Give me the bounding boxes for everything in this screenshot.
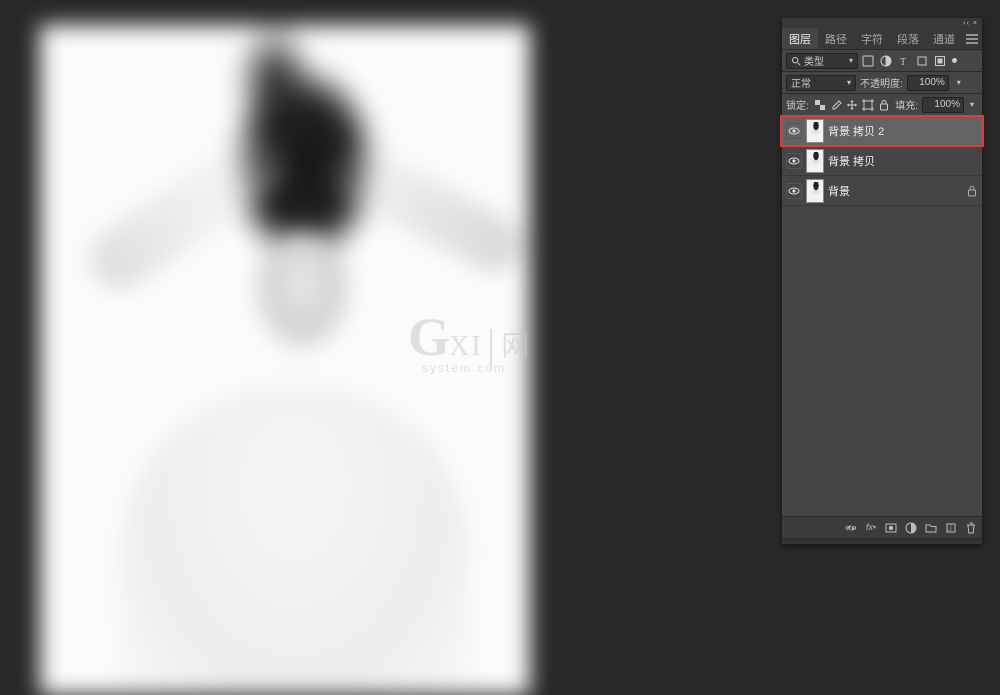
- layer-list: 背景 拷贝 2 背景 拷贝 背景: [782, 116, 982, 516]
- visibility-toggle[interactable]: [786, 183, 802, 199]
- layer-mask-button[interactable]: [884, 520, 898, 536]
- opacity-slider-toggle[interactable]: ▾: [953, 75, 965, 91]
- delete-layer-button[interactable]: [964, 520, 978, 536]
- new-group-button[interactable]: [924, 520, 938, 536]
- adjustment-filter-icon[interactable]: [878, 53, 894, 69]
- panel-collapse-close-icons[interactable]: ‹‹ ×: [963, 20, 978, 27]
- tab-label: 图层: [789, 31, 811, 47]
- panel-menu-button[interactable]: [962, 28, 982, 49]
- layers-panel: ‹‹ × 图层 路径 字符 段落 通道 类型 ▾ T 正常 ▾ 不透明度:: [782, 18, 982, 544]
- tab-label: 字符: [861, 31, 883, 47]
- lock-fill-row: 锁定: 填充: 100% ▾: [782, 94, 982, 116]
- opacity-input[interactable]: 100%: [907, 75, 949, 91]
- eye-icon: [788, 155, 800, 167]
- document-image: [40, 25, 530, 695]
- lock-all-icon[interactable]: [877, 97, 891, 113]
- layer-thumbnail[interactable]: [806, 179, 824, 203]
- smartobj-filter-icon[interactable]: [932, 53, 948, 69]
- link-layers-button[interactable]: [844, 520, 858, 536]
- chevron-down-icon: ▾: [847, 78, 851, 87]
- fill-label: 填充:: [895, 97, 918, 112]
- chevron-down-icon: ▾: [849, 56, 853, 65]
- panel-titlebar[interactable]: ‹‹ ×: [782, 18, 982, 28]
- layer-row[interactable]: 背景: [782, 176, 982, 206]
- opacity-value: 100%: [919, 77, 945, 88]
- new-layer-button[interactable]: [944, 520, 958, 536]
- visibility-toggle[interactable]: [786, 123, 802, 139]
- lock-icon: [966, 185, 978, 197]
- tab-paragraph[interactable]: 段落: [890, 28, 926, 49]
- tab-label: 段落: [897, 31, 919, 47]
- layer-thumbnail[interactable]: [806, 119, 824, 143]
- blend-mode-select[interactable]: 正常 ▾: [786, 75, 856, 91]
- search-icon: [791, 56, 801, 66]
- panel-tabs: 图层 路径 字符 段落 通道: [782, 28, 982, 50]
- svg-text:T: T: [900, 57, 906, 67]
- eye-icon: [788, 125, 800, 137]
- fill-slider-toggle[interactable]: ▾: [966, 97, 978, 113]
- tab-character[interactable]: 字符: [854, 28, 890, 49]
- lock-artboard-icon[interactable]: [861, 97, 875, 113]
- eye-icon: [788, 185, 800, 197]
- panel-footer: fx▾: [782, 516, 982, 538]
- panel-resize-grip[interactable]: [782, 538, 982, 544]
- type-filter-icon[interactable]: T: [896, 53, 912, 69]
- fill-value: 100%: [934, 99, 960, 110]
- menu-icon: [966, 34, 978, 44]
- layer-style-button[interactable]: fx▾: [864, 520, 878, 536]
- lock-position-icon[interactable]: [845, 97, 859, 113]
- layer-filter-row: 类型 ▾ T: [782, 50, 982, 72]
- layer-name[interactable]: 背景 拷贝: [828, 153, 978, 169]
- filter-type-label: 类型: [804, 53, 824, 68]
- lock-pixels-icon[interactable]: [829, 97, 843, 113]
- tab-paths[interactable]: 路径: [818, 28, 854, 49]
- filter-toggle[interactable]: [950, 53, 958, 69]
- layer-name[interactable]: 背景: [828, 183, 962, 199]
- tab-label: 路径: [825, 31, 847, 47]
- layer-row[interactable]: 背景 拷贝 2: [782, 116, 982, 146]
- adjustment-layer-button[interactable]: [904, 520, 918, 536]
- lock-transparency-icon[interactable]: [813, 97, 827, 113]
- fill-input[interactable]: 100%: [922, 97, 964, 113]
- layer-name[interactable]: 背景 拷贝 2: [828, 123, 978, 139]
- tab-label: 通道: [933, 31, 955, 47]
- opacity-label: 不透明度:: [860, 75, 903, 90]
- lock-label: 锁定:: [786, 97, 809, 112]
- layer-thumbnail[interactable]: [806, 149, 824, 173]
- layer-row[interactable]: 背景 拷贝: [782, 146, 982, 176]
- tab-channels[interactable]: 通道: [926, 28, 962, 49]
- canvas-area[interactable]: GXI|网 system.com: [0, 0, 778, 685]
- visibility-toggle[interactable]: [786, 153, 802, 169]
- tab-layers[interactable]: 图层: [782, 28, 818, 49]
- shape-filter-icon[interactable]: [914, 53, 930, 69]
- blend-opacity-row: 正常 ▾ 不透明度: 100% ▾: [782, 72, 982, 94]
- filter-type-select[interactable]: 类型 ▾: [786, 53, 858, 69]
- pixel-filter-icon[interactable]: [860, 53, 876, 69]
- blend-mode-value: 正常: [791, 75, 811, 90]
